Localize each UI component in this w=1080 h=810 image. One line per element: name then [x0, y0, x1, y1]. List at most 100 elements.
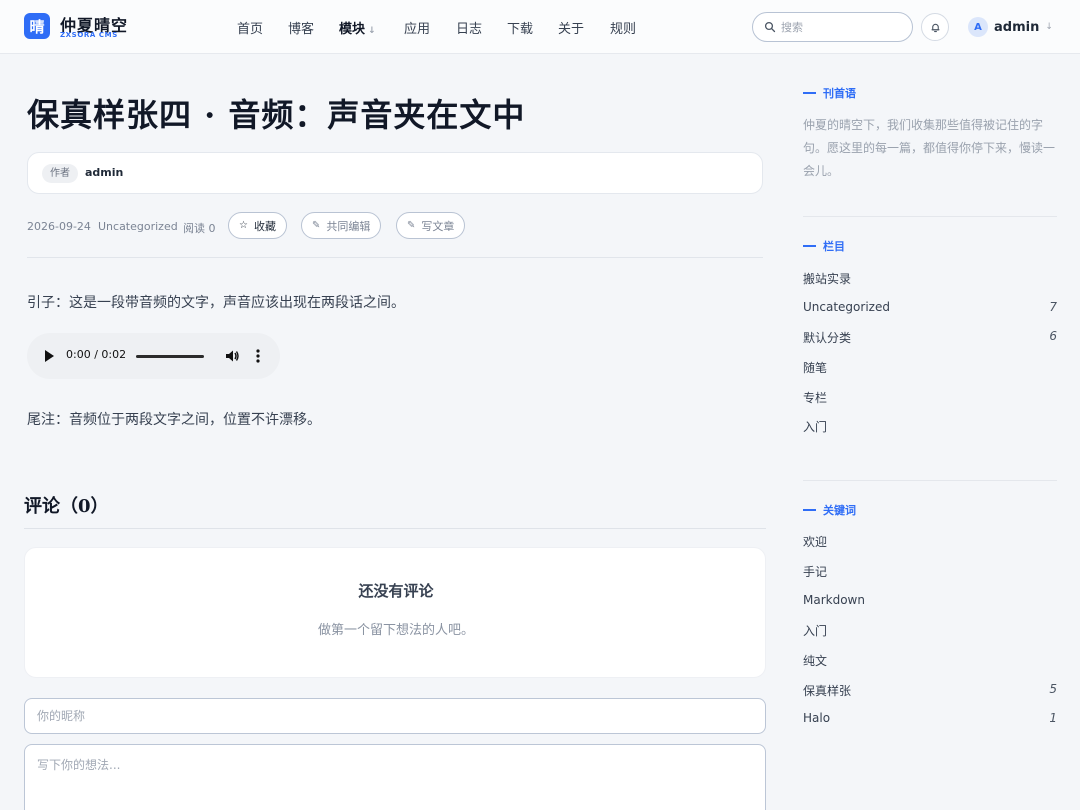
category-count: 6: [1049, 329, 1057, 343]
bell-icon: [930, 23, 940, 32]
category-item[interactable]: 入门: [803, 418, 1057, 436]
category-item[interactable]: 搬站实录: [803, 270, 1057, 288]
tag-label: Markdown: [803, 593, 865, 607]
nav-label: 博客: [288, 22, 315, 37]
audio-seek-bar[interactable]: [136, 355, 204, 358]
tag-item[interactable]: 保真样张 5: [803, 682, 1057, 700]
user-menu[interactable]: A admin ↓: [968, 15, 1053, 39]
read-count: 阅读 0: [183, 222, 216, 235]
nav-home[interactable]: 首页: [237, 18, 263, 37]
nav-blog[interactable]: 博客: [288, 18, 314, 37]
accent-bar: [803, 509, 816, 511]
category-item[interactable]: 默认分类 6: [803, 329, 1057, 347]
nav-logs[interactable]: 日志: [456, 18, 482, 37]
user-name: admin: [994, 19, 1040, 35]
nav-label: 模块: [339, 22, 366, 37]
nav-rules[interactable]: 规则: [610, 18, 636, 37]
category-label: 入门: [803, 420, 828, 434]
favorite-label: 收藏: [253, 219, 276, 233]
divider: [803, 480, 1057, 481]
search-input[interactable]: [781, 18, 906, 36]
chevron-down-icon: ↓: [368, 26, 376, 36]
author-label: 作者: [42, 164, 78, 183]
category-label: 随笔: [803, 361, 828, 375]
search-icon: [764, 21, 776, 33]
comment-textarea[interactable]: [24, 744, 766, 810]
favorite-button[interactable]: ☆ 收藏: [228, 212, 287, 239]
category-label: 搬站实录: [803, 272, 852, 286]
accent-bar: [803, 92, 816, 94]
nav-about[interactable]: 关于: [558, 18, 584, 37]
tag-label: 欢迎: [803, 535, 828, 549]
category-label: 默认分类: [803, 331, 852, 345]
comments-title: 评论（0）: [24, 496, 109, 517]
tag-label: 入门: [803, 624, 828, 638]
category-item[interactable]: 专栏: [803, 389, 1057, 407]
categories-heading: 栏目: [803, 238, 845, 254]
nav-label: 下载: [507, 22, 534, 37]
author-card: 作者 admin: [27, 152, 763, 194]
write-label: 写文章: [421, 219, 455, 233]
audio-player[interactable]: 0:00 / 0:02: [27, 333, 280, 379]
chevron-down-icon: ↓: [1045, 22, 1053, 32]
site-logo[interactable]: 晴: [24, 13, 50, 39]
tag-item[interactable]: Markdown: [803, 593, 1057, 611]
audio-time: 0:00 / 0:02: [66, 348, 127, 361]
category-label: 专栏: [803, 391, 828, 405]
tags-title: 关键词: [823, 504, 856, 517]
outro-paragraph: 尾注：音频位于两段文字之间，位置不许漂移。: [27, 412, 321, 428]
search-box[interactable]: [752, 12, 913, 42]
category-label: Uncategorized: [803, 300, 890, 314]
motto-text: 仲夏的晴空下，我们收集那些值得被记住的字句。愿这里的每一篇，都值得你停下来，慢读…: [803, 118, 1056, 178]
divider: [803, 216, 1057, 217]
play-icon[interactable]: [45, 350, 54, 362]
nav-downloads[interactable]: 下载: [507, 18, 533, 37]
pencil-icon: ✎: [312, 220, 321, 231]
volume-icon[interactable]: [224, 348, 240, 364]
star-icon: ☆: [239, 220, 248, 231]
tag-item[interactable]: Halo 1: [803, 711, 1057, 729]
post-category[interactable]: Uncategorized: [98, 220, 178, 233]
notifications-button[interactable]: [921, 13, 949, 41]
tag-item[interactable]: 纯文: [803, 652, 1057, 670]
nav-label: 关于: [558, 22, 585, 37]
tag-item[interactable]: 入门: [803, 622, 1057, 640]
empty-comments-card: 还没有评论 做第一个留下想法的人吧。: [24, 547, 766, 678]
tag-count: 1: [1049, 711, 1057, 725]
nav-label: 首页: [237, 22, 264, 37]
tag-item[interactable]: 手记: [803, 563, 1057, 581]
nav-modules[interactable]: 模块 ↓: [339, 18, 376, 37]
nav-apps[interactable]: 应用: [404, 18, 430, 37]
write-button[interactable]: ✎ 写文章: [396, 212, 466, 239]
tag-label: 纯文: [803, 654, 828, 668]
nav-label: 日志: [456, 22, 483, 37]
tags-heading: 关键词: [803, 502, 856, 518]
category-item[interactable]: Uncategorized 7: [803, 300, 1057, 318]
article-title: 保真样张四 · 音频：声音夹在文中: [27, 96, 526, 134]
intro-paragraph: 引子：这是一段带音频的文字，声音应该出现在两段话之间。: [27, 295, 405, 311]
tag-item[interactable]: 欢迎: [803, 533, 1057, 551]
category-count: 7: [1049, 300, 1057, 314]
post-date: 2026-09-24: [27, 220, 91, 233]
accent-bar: [803, 245, 816, 247]
avatar: A: [968, 17, 988, 37]
category-item[interactable]: 随笔: [803, 359, 1057, 377]
site-subtitle: ZXSORA CMS: [60, 31, 118, 39]
nickname-input[interactable]: [24, 698, 766, 734]
tag-label: Halo: [803, 711, 831, 725]
categories-title: 栏目: [823, 240, 845, 253]
divider: [27, 257, 763, 258]
nav-label: 规则: [610, 22, 637, 37]
co-edit-label: 共同编辑: [326, 219, 371, 233]
author-name[interactable]: admin: [85, 166, 123, 179]
tag-label: 保真样张: [803, 684, 852, 698]
top-header: 晴 仲夏晴空 ZXSORA CMS 首页 博客 模块 ↓ 应用 日志 下载 关于 …: [0, 0, 1080, 54]
tag-label: 手记: [803, 565, 828, 579]
pencil-icon: ✎: [407, 220, 416, 231]
nav-label: 应用: [404, 22, 431, 37]
co-edit-button[interactable]: ✎ 共同编辑: [301, 212, 382, 239]
more-options-icon[interactable]: [256, 348, 260, 364]
tag-count: 5: [1049, 682, 1057, 696]
empty-subtitle: 做第一个留下想法的人吧。: [317, 623, 474, 638]
motto-title: 刊首语: [823, 87, 856, 100]
